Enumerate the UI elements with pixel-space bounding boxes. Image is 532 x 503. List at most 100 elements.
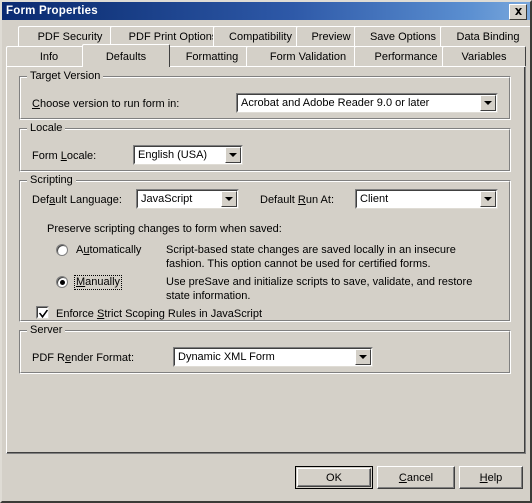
label-text: elp <box>487 471 503 484</box>
combo-form-locale-arrow[interactable] <box>225 147 241 163</box>
tab-strip: PDF Security PDF Print Options Compatibi… <box>6 26 530 68</box>
tab-label: Form Validation <box>269 50 347 63</box>
tab-compatibility[interactable]: Compatibility <box>213 26 308 46</box>
combo-target-version-arrow[interactable] <box>480 95 496 111</box>
description-manually: Use preSave and initialize scripts to sa… <box>166 276 473 302</box>
label-text: Def <box>32 194 50 206</box>
label-default-language: Default Language: <box>32 194 122 207</box>
group-title-server: Server <box>27 325 66 336</box>
tab-pdf-security[interactable]: PDF Security <box>18 26 122 46</box>
close-button[interactable] <box>509 4 527 20</box>
tab-label: Variables <box>461 50 507 63</box>
label-text: PDF R <box>32 352 65 364</box>
label-text: anually <box>85 276 121 288</box>
tab-label: Defaults <box>105 51 147 63</box>
radio-automatically-label[interactable]: Automatically <box>74 243 143 258</box>
tab-row-lower: Info Defaults Formatting Form Validation… <box>6 44 526 67</box>
label-text: Form <box>32 150 61 162</box>
close-icon <box>514 8 522 15</box>
group-title-scripting: Scripting <box>27 175 76 186</box>
radio-manually-mark[interactable] <box>56 276 68 288</box>
label-text: un At: <box>305 194 335 206</box>
tab-variables[interactable]: Variables <box>442 46 526 66</box>
combo-form-locale[interactable]: English (USA) <box>133 145 243 165</box>
ok-button[interactable]: OK <box>295 466 373 489</box>
combo-pdf-render-format-value: Dynamic XML Form <box>178 351 275 363</box>
tab-label: PDF Security <box>37 30 103 43</box>
radio-automatically[interactable]: Automatically <box>56 244 176 260</box>
help-button[interactable]: Help <box>459 466 523 489</box>
tab-label: Preview <box>311 30 351 43</box>
label-form-locale: Form Locale: <box>32 150 96 163</box>
combo-pdf-render-format[interactable]: Dynamic XML Form <box>173 347 373 367</box>
checkbox-enforce-strict-scoping[interactable] <box>36 306 49 319</box>
tab-save-options[interactable]: Save Options <box>354 26 452 46</box>
chevron-down-icon <box>225 197 233 201</box>
tab-data-binding[interactable]: Data Binding <box>440 26 530 46</box>
tab-defaults[interactable]: Defaults <box>82 44 170 67</box>
combo-default-run-at-arrow[interactable] <box>480 191 496 207</box>
label-text: Default <box>260 194 298 206</box>
radio-manually[interactable]: Manually <box>56 275 176 292</box>
label-text: ult Language: <box>55 194 122 206</box>
check-icon <box>38 309 49 319</box>
tab-label: Performance <box>374 50 438 63</box>
combo-default-language-arrow[interactable] <box>221 191 237 207</box>
accel-char: C <box>32 98 40 110</box>
combo-pdf-render-format-arrow[interactable] <box>355 349 371 365</box>
accel-char: R <box>297 194 306 206</box>
combo-target-version[interactable]: Acrobat and Adobe Reader 9.0 or later <box>236 93 498 113</box>
tab-label: Save Options <box>369 30 437 43</box>
tab-content-inner: Target Version Choose version to run for… <box>7 67 525 453</box>
combo-target-version-field: Acrobat and Adobe Reader 9.0 or later <box>237 94 497 112</box>
group-scripting: Scripting Default Language: JavaScript D… <box>19 175 511 322</box>
combo-default-run-at-field: Client <box>356 190 497 208</box>
group-server: Server PDF Render Format: Dynamic XML Fo… <box>19 325 511 374</box>
chevron-down-icon <box>484 101 492 105</box>
accel-char: M <box>76 276 86 288</box>
tab-content-panel: Target Version Choose version to run for… <box>6 66 526 454</box>
window-title: Form Properties <box>6 5 98 17</box>
title-bar: Form Properties <box>2 2 530 20</box>
radio-manually-label[interactable]: Manually <box>74 275 123 290</box>
label-preserve-scripting: Preserve scripting changes to form when … <box>47 223 282 235</box>
radio-selected-dot <box>60 280 65 285</box>
group-locale: Locale Form Locale: English (USA) <box>19 123 511 172</box>
chevron-down-icon <box>229 153 237 157</box>
label-pdf-render-format: PDF Render Format: <box>32 352 134 365</box>
accel-char: C <box>398 471 407 484</box>
label-text: trict Scoping Rules in JavaScript <box>104 308 263 320</box>
label-enforce-strict-scoping[interactable]: Enforce Strict Scoping Rules in JavaScri… <box>56 308 262 321</box>
label-text: Enforce <box>56 308 97 320</box>
cancel-button[interactable]: Cancel <box>377 466 455 489</box>
tab-label: PDF Print Options <box>128 30 218 43</box>
label-text: hoose version to run form in: <box>39 98 180 110</box>
tab-info[interactable]: Info <box>6 46 92 66</box>
tab-form-validation[interactable]: Form Validation <box>246 46 370 66</box>
tab-label: Info <box>39 50 59 63</box>
ok-button-label: OK <box>326 471 342 484</box>
help-button-label: Help <box>480 472 503 484</box>
combo-pdf-render-format-field: Dynamic XML Form <box>174 348 372 366</box>
combo-default-run-at-value: Client <box>360 193 389 205</box>
combo-target-version-value: Acrobat and Adobe Reader 9.0 or later <box>241 97 430 109</box>
group-title-target-version: Target Version <box>27 71 104 82</box>
description-automatically: Script-based state changes are saved loc… <box>166 244 456 270</box>
chevron-down-icon <box>359 355 367 359</box>
label-text: nder Format: <box>71 352 135 364</box>
accel-char: H <box>479 471 488 484</box>
combo-default-language[interactable]: JavaScript <box>136 189 239 209</box>
group-target-version: Target Version Choose version to run for… <box>19 71 511 120</box>
label-text: ancel <box>406 471 434 484</box>
form-properties-dialog: Form Properties PDF Security PDF Print O… <box>0 0 532 503</box>
chevron-down-icon <box>484 197 492 201</box>
group-title-locale: Locale <box>27 123 66 134</box>
combo-default-run-at[interactable]: Client <box>355 189 498 209</box>
tab-label: Formatting <box>185 50 239 63</box>
label-choose-version: Choose version to run form in: <box>32 98 179 111</box>
tab-label: Data Binding <box>456 30 520 43</box>
radio-automatically-mark[interactable] <box>56 244 68 256</box>
label-default-run-at: Default Run At: <box>260 194 334 207</box>
cancel-button-label: Cancel <box>399 472 433 484</box>
label-text: tomatically <box>89 244 142 256</box>
